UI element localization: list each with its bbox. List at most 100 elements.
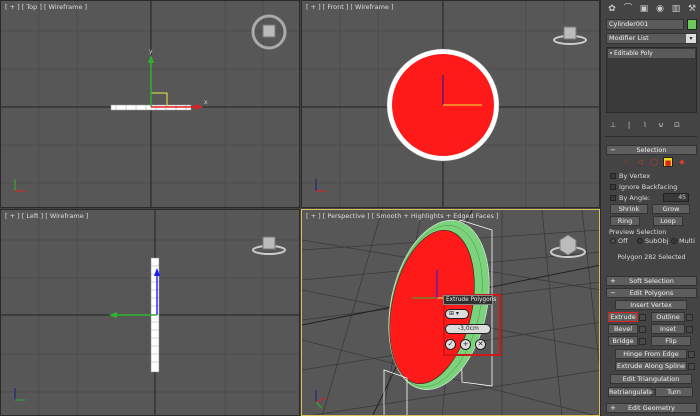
grow-button[interactable]: Grow xyxy=(652,204,690,214)
extrude-caddy-title: Extrude Polygons xyxy=(443,295,496,305)
viewcube-front[interactable] xyxy=(553,26,587,45)
selection-rollout-header[interactable]: − Selection xyxy=(606,145,697,155)
bevel-button[interactable]: Bevel xyxy=(608,324,646,334)
ring-button[interactable]: Ring xyxy=(610,216,640,226)
inset-settings-icon[interactable] xyxy=(686,326,693,333)
edit-geometry-rollout-header[interactable]: + Edit Geometry xyxy=(606,403,697,413)
inset-label: Inset xyxy=(660,325,676,333)
outline-button[interactable]: Outline xyxy=(651,312,693,322)
edit-triangulation-button[interactable]: Edit Triangulation xyxy=(610,374,692,384)
viewcube-top[interactable] xyxy=(251,14,287,50)
extrude-type-dropdown[interactable]: ⊞ ▾ xyxy=(445,309,469,319)
preview-subobj-radio[interactable]: SubObj xyxy=(637,237,668,245)
viewport-front-label[interactable]: [ + ] [ Front ] [ Wireframe ] xyxy=(306,3,394,11)
edit-polygons-rollout-header[interactable]: − Edit Polygons xyxy=(606,288,697,298)
extrude-along-spline-settings-icon[interactable] xyxy=(688,363,695,370)
modify-tab-icon[interactable]: ⌒ xyxy=(621,3,635,16)
viewport-left-canvas xyxy=(1,210,299,415)
command-panel-tabs: ✿ ⌒ ▣ ◉ ▥ ⚒ xyxy=(605,3,699,16)
extrude-label: Extrude xyxy=(610,313,636,321)
preview-multi-radio[interactable]: Multi xyxy=(671,237,695,245)
loop-button[interactable]: Loop xyxy=(653,216,683,226)
remove-modifier-icon[interactable]: ⊌ xyxy=(655,121,667,129)
apply-icon[interactable]: + xyxy=(460,339,471,350)
stack-item-editable-poly[interactable]: Editable Poly xyxy=(608,49,695,58)
soft-selection-title: Soft Selection xyxy=(629,277,674,285)
chevron-down-icon: ▾ xyxy=(686,34,696,43)
polygon-icon[interactable]: ■ xyxy=(663,157,673,167)
create-tab-icon[interactable]: ✿ xyxy=(605,3,619,16)
selection-status-text: Polygon 282 Selected xyxy=(617,254,686,261)
outline-label: Outline xyxy=(656,313,680,321)
viewcube-left[interactable] xyxy=(252,236,286,255)
pin-stack-icon[interactable]: ⊥ xyxy=(607,121,619,129)
border-icon[interactable]: ◯ xyxy=(649,157,659,167)
extrude-settings-icon[interactable] xyxy=(639,314,646,321)
hinge-from-edge-label: Hinge From Edge xyxy=(623,350,679,358)
vertex-icon[interactable]: ∴ xyxy=(621,157,631,167)
stack-toolbar: ⊥ | ⌇ ⊌ ⊡ xyxy=(607,121,683,129)
utilities-tab-icon[interactable]: ⚒ xyxy=(685,3,699,16)
expand-icon: + xyxy=(610,277,616,285)
shrink-button[interactable]: Shrink xyxy=(610,204,648,214)
angle-spinner[interactable]: 45 xyxy=(663,193,689,202)
preview-off-label: Off xyxy=(618,237,628,245)
viewport-left[interactable]: [ + ] [ Left ] [ Wireframe ] xyxy=(0,209,300,416)
element-icon[interactable]: ◆ xyxy=(677,157,687,167)
preview-off-radio[interactable]: Off xyxy=(610,237,628,245)
by-angle-label: By Angle: xyxy=(619,194,651,202)
extrude-along-spline-button[interactable]: Extrude Along Spline xyxy=(615,361,695,371)
app-root: y x [ + ] [ Top ] [ Wireframe ] [+] [… xyxy=(0,0,700,416)
by-vertex-checkbox[interactable]: By Vertex xyxy=(610,172,650,180)
bridge-button[interactable]: Bridge xyxy=(608,336,646,346)
turn-button[interactable]: Turn xyxy=(655,387,693,397)
modifier-list-dropdown[interactable]: Modifier List ▾ xyxy=(606,33,697,44)
bevel-label: Bevel xyxy=(613,325,633,333)
collapse-icon: − xyxy=(610,289,616,297)
by-angle-checkbox[interactable]: By Angle: xyxy=(610,194,650,202)
extrude-height-field[interactable]: -3,0cm xyxy=(445,324,491,334)
modifier-stack: Editable Poly xyxy=(606,47,697,113)
subobject-level-icons: ∴ ◁ ◯ ■ ◆ xyxy=(621,157,687,167)
bevel-settings-icon[interactable] xyxy=(639,326,646,333)
hinge-from-edge-button[interactable]: Hinge From Edge xyxy=(615,349,695,359)
object-color-swatch[interactable] xyxy=(687,19,697,30)
hierarchy-tab-icon[interactable]: ▣ xyxy=(637,3,651,16)
preview-subobj-label: SubObj xyxy=(645,237,669,245)
ok-icon[interactable]: ✓ xyxy=(445,339,456,350)
hinge-settings-icon[interactable] xyxy=(688,351,695,358)
cancel-icon[interactable]: ✕ xyxy=(475,339,486,350)
selection-rollout-title: Selection xyxy=(636,146,667,154)
preview-multi-label: Multi xyxy=(679,237,695,245)
insert-vertex-button[interactable]: Insert Vertex xyxy=(615,300,687,310)
bridge-label: Bridge xyxy=(612,337,634,345)
ignore-backfacing-checkbox[interactable]: Ignore Backfacing xyxy=(610,183,677,191)
viewport-left-label[interactable]: [ + ] [ Left ] [ Wireframe ] xyxy=(5,212,88,220)
viewport-perspective-label[interactable]: [ + ] [ Perspective ] [ Smooth + Highlig… xyxy=(306,212,498,220)
soft-selection-rollout-header[interactable]: + Soft Selection xyxy=(606,276,697,286)
viewport-front[interactable]: [ + ] [ Front ] [ Wireframe ] xyxy=(301,0,600,208)
configure-sets-icon[interactable]: ⊡ xyxy=(671,121,683,129)
viewport-top[interactable]: y x [ + ] [ Top ] [ Wireframe ] xyxy=(0,0,300,208)
inset-button[interactable]: Inset xyxy=(651,324,693,334)
edge-icon[interactable]: ◁ xyxy=(635,157,645,167)
motion-tab-icon[interactable]: ◉ xyxy=(653,3,667,16)
preview-selection-label: Preview Selection xyxy=(609,228,667,236)
make-unique-icon[interactable]: ⌇ xyxy=(639,121,651,129)
extrude-along-spline-label: Extrude Along Spline xyxy=(616,362,685,370)
extrude-button[interactable]: Extrude xyxy=(608,312,646,322)
by-vertex-label: By Vertex xyxy=(619,172,651,180)
display-tab-icon[interactable]: ▥ xyxy=(669,3,683,16)
viewport-top-canvas: y x xyxy=(1,1,299,207)
svg-text:x: x xyxy=(204,99,208,106)
object-name-field[interactable]: Cylinder001 xyxy=(606,19,684,30)
flip-button[interactable]: Flip xyxy=(651,336,691,346)
edit-polygons-title: Edit Polygons xyxy=(629,289,674,297)
retriangulate-button[interactable]: Retriangulate xyxy=(608,387,653,397)
show-end-result-icon[interactable]: | xyxy=(623,121,635,129)
viewport-front-canvas xyxy=(302,1,599,207)
outline-settings-icon[interactable] xyxy=(686,314,693,321)
bridge-settings-icon[interactable] xyxy=(639,338,646,345)
edit-geometry-title: Edit Geometry xyxy=(627,404,676,412)
viewport-top-label[interactable]: [ + ] [ Top ] [ Wireframe ] xyxy=(5,3,87,11)
